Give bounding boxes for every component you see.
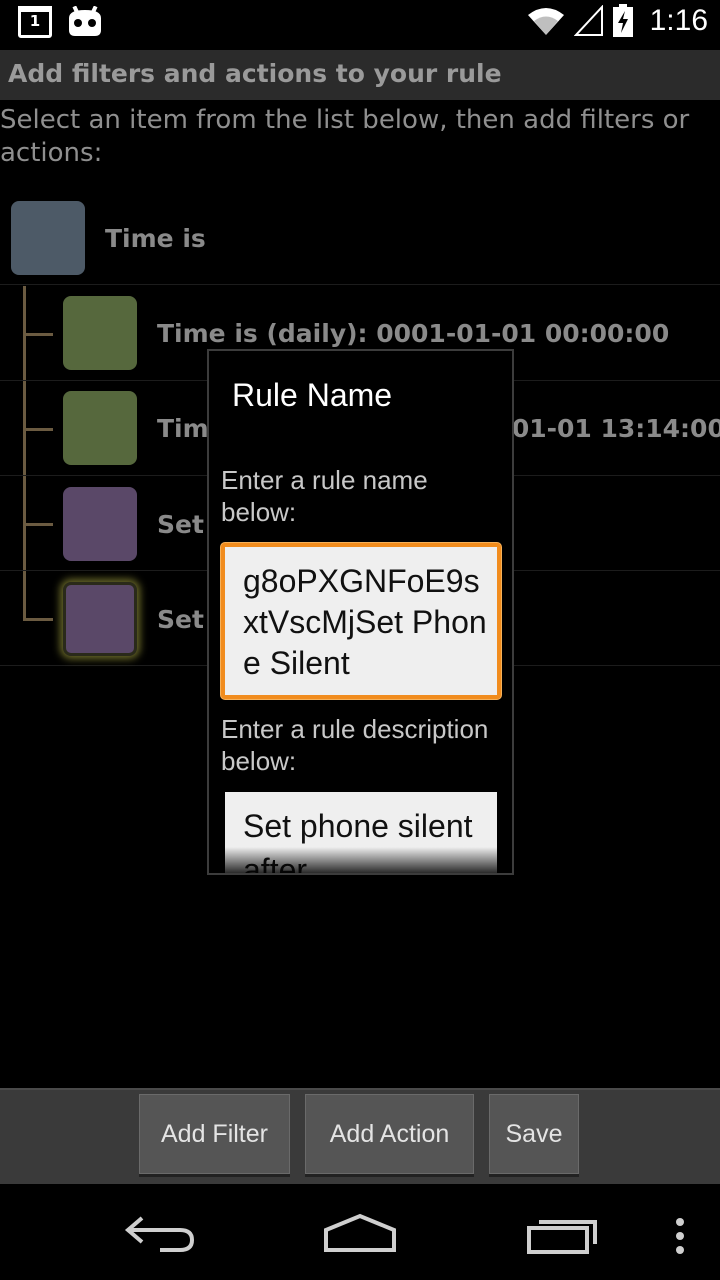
rule-description-label: Enter a rule description below: — [221, 714, 489, 776]
home-icon[interactable] — [320, 1212, 400, 1254]
wifi-icon — [527, 8, 564, 35]
notification-icons: 1 — [18, 6, 104, 38]
scroll-fade — [225, 847, 497, 873]
page-title: Add filters and actions to your rule — [8, 59, 502, 88]
status-bar: 1 1:16 — [0, 0, 720, 50]
navigation-bar — [0, 1184, 720, 1280]
clock: 1:16 — [649, 4, 708, 37]
add-action-button[interactable]: Add Action — [305, 1094, 474, 1174]
rule-name-value: g8oPXGNFoE9sxtVscMjSet Phone Silent — [243, 563, 487, 681]
instructions-text: Select an item from the list below, then… — [0, 105, 690, 168]
tree-item-color-box — [63, 296, 137, 370]
tree-item-color-box — [63, 391, 137, 465]
title-bar: Add filters and actions to your rule — [0, 50, 720, 100]
add-filter-button[interactable]: Add Filter — [139, 1094, 290, 1174]
tree-item-label: Time is (daily): 0001-01-01 00:00:00 — [157, 319, 670, 348]
bottom-button-bar: Add Filter Add Action Save — [0, 1088, 720, 1184]
tree-item-color-box — [63, 487, 137, 561]
rule-name-dialog: Rule Name Enter a rule name below: g8oPX… — [207, 349, 514, 875]
back-icon[interactable] — [120, 1214, 200, 1254]
tree-item-label: Time is — [105, 224, 206, 253]
tree-item-color-box — [11, 201, 85, 275]
tree-connector-branch — [23, 618, 53, 621]
tree-item-root[interactable]: Time is — [0, 190, 720, 285]
system-icons: 1:16 — [526, 4, 708, 38]
recent-apps-icon[interactable] — [525, 1214, 601, 1256]
tree-item-color-box — [63, 582, 137, 656]
calendar-day: 1 — [29, 12, 41, 30]
tree-connector-branch — [23, 428, 53, 431]
calendar-notification-icon: 1 — [18, 6, 52, 38]
rule-name-input[interactable]: g8oPXGNFoE9sxtVscMjSet Phone Silent — [221, 543, 501, 699]
battery-charging-icon — [612, 4, 633, 37]
android-robot-icon — [69, 6, 101, 36]
tree-item-label: Set — [157, 605, 204, 634]
tree-connector-branch — [23, 333, 53, 336]
rule-name-label: Enter a rule name below: — [221, 465, 428, 527]
cell-signal-icon — [573, 5, 603, 36]
tree-connector-branch — [23, 523, 53, 526]
overflow-menu-icon[interactable] — [672, 1216, 688, 1256]
dialog-title: Rule Name — [232, 377, 393, 413]
save-button[interactable]: Save — [489, 1094, 579, 1174]
